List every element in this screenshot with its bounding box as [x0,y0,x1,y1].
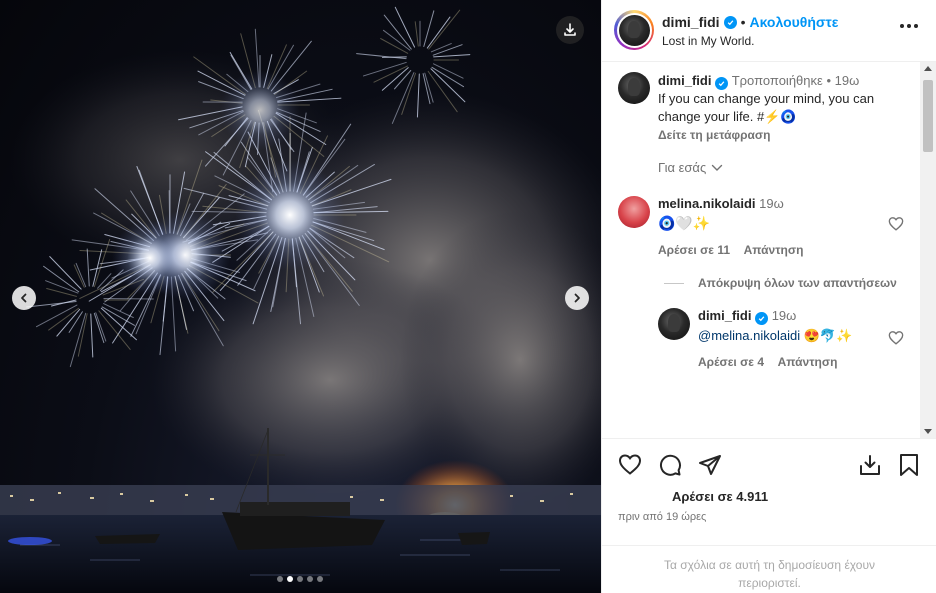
carousel-dot [297,576,303,582]
comment-username[interactable]: melina.nikolaidi [658,196,756,211]
avatar[interactable] [658,308,690,340]
verified-icon [723,15,737,29]
story-ring[interactable] [614,10,654,50]
comments-scrollbar[interactable] [920,62,936,438]
verified-icon [715,77,729,90]
previous-slide-button[interactable] [12,286,36,310]
more-icon[interactable] [900,24,918,28]
next-slide-button[interactable] [565,286,589,310]
carousel-dot [287,576,293,582]
post-timestamp[interactable]: πριν από 19 ώρες [618,511,706,523]
download-icon[interactable] [858,453,882,477]
follow-button[interactable]: Ακολουθήστε [749,14,838,30]
heart-icon[interactable] [888,216,904,231]
for-you-label: Για εσάς [658,160,707,175]
chevron-left-icon [21,293,27,303]
verified-icon [755,312,769,325]
comment-time[interactable]: 19ω [759,196,784,211]
download-icon [564,23,576,36]
translate-link[interactable]: Δείτε τη μετάφραση [658,126,908,144]
comment-likes[interactable]: Αρέσει σε 11 [658,243,730,257]
reply-button[interactable]: Απάντηση [744,243,804,257]
mention-link[interactable]: @melina.nikolaidi [698,328,800,343]
comment: melina.nikolaidi 19ω 🧿🤍✨ Αρέσει σε 11 Απ… [618,196,918,266]
caption-text: If you can change your mind, you can cha… [658,91,875,124]
reply-emoji: 😍🐬✨ [803,328,853,343]
post-actions: Αρέσει σε 4.911 πριν από 19 ώρες [602,438,936,546]
share-icon[interactable] [698,453,722,477]
caption-username[interactable]: dimi_fidi [658,73,711,88]
post-photo[interactable] [0,0,601,593]
reply-comment: dimi_fidi 19ω @melina.nikolaidi 😍🐬✨ Αρέσ… [658,308,918,378]
post-subtitle: Lost in My World. [662,34,755,48]
chevron-right-icon [574,293,580,303]
reply-username[interactable]: dimi_fidi [698,308,751,323]
for-you-filter[interactable]: Για εσάς [658,160,723,175]
separator: • [740,14,746,30]
fireworks-image [0,6,601,593]
carousel-dot [307,576,313,582]
comment-icon[interactable] [658,453,682,477]
avatar [618,14,650,46]
likes-count[interactable]: Αρέσει σε 4.911 [672,489,768,504]
edited-label: Τροποποιήθηκε [731,73,823,88]
caption-time[interactable]: 19ω [835,73,860,88]
comments-restricted-notice: Τα σχόλια σε αυτή τη δημοσίευση έχουν πε… [663,558,876,590]
avatar[interactable] [618,196,650,228]
save-icon[interactable] [898,453,920,477]
chevron-down-icon [712,164,723,171]
hide-replies-label: Απόκρυψη όλων των απαντήσεων [698,276,897,290]
separator: • [826,73,831,88]
hide-replies-toggle[interactable]: Απόκρυψη όλων των απαντήσεων [664,276,897,290]
heart-icon[interactable] [618,453,642,475]
heart-icon[interactable] [888,330,904,345]
download-button[interactable] [556,16,584,44]
reply-likes[interactable]: Αρέσει σε 4 [698,355,764,369]
post-header: dimi_fidi • Ακολουθήστε Lost in My World… [602,0,936,62]
author-username[interactable]: dimi_fidi [662,14,720,30]
post-side-panel: dimi_fidi • Ακολουθήστε Lost in My World… [601,0,936,593]
carousel-dot [277,576,283,582]
reply-button[interactable]: Απάντηση [778,355,838,369]
carousel-dot [317,576,323,582]
comment-text: 🧿🤍✨ [658,215,711,231]
reply-time[interactable]: 19ω [772,308,797,323]
comments-section: dimi_fidi Τροποποιήθηκε • 19ω If you can… [602,62,936,438]
avatar[interactable] [618,72,650,104]
carousel-indicator [277,576,323,582]
